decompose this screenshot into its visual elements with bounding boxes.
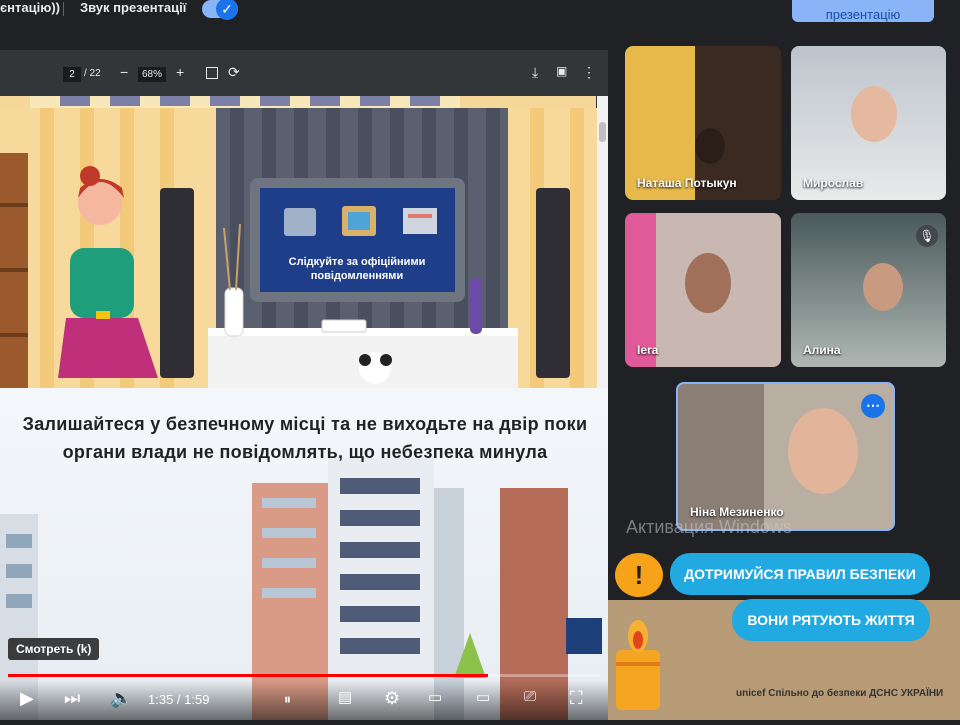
play-icon[interactable]: ▶ <box>20 688 34 709</box>
presentation-title-fragment: єнтацію)) <box>0 0 60 15</box>
participant-video <box>685 253 731 313</box>
warning-icon: ! <box>615 553 663 597</box>
print-icon[interactable]: ▣ <box>556 64 567 78</box>
volume-icon[interactable]: 🔈 <box>110 688 132 709</box>
video-progress-fill <box>8 674 488 677</box>
participant-video <box>851 86 897 142</box>
participant-name: Алина <box>803 343 841 357</box>
slide-caption: Залишайтеся у безпечному місці та не вих… <box>22 414 588 462</box>
participant-tile[interactable]: 🎙 Алина <box>791 213 946 367</box>
rotate-icon[interactable]: ⟳ <box>228 64 240 81</box>
fit-page-icon[interactable] <box>206 67 218 79</box>
scroll-thumb[interactable] <box>599 122 606 142</box>
participant-video <box>695 128 725 164</box>
safety-banner-2: ВОНИ РЯТУЮТЬ ЖИТТЯ <box>732 599 930 641</box>
tv-message-line1: Слідкуйте за офіційними <box>289 256 426 268</box>
participant-name: Iera <box>637 343 659 357</box>
video-controls: ▶ ⏭ 🔈 1:35 / 1:59 ⏸ ▤ ⚙ ▭ ▭ ⎚ ⛶ <box>0 680 608 720</box>
more-options-icon[interactable]: ⋯ <box>861 394 885 418</box>
theater-mode-icon[interactable]: ▭ <box>476 688 490 706</box>
participant-name: Мирослав <box>803 176 864 190</box>
zoom-in-icon[interactable]: + <box>176 64 184 80</box>
zoom-level-input[interactable]: 68% <box>138 67 166 82</box>
divider <box>63 2 64 16</box>
more-options-icon[interactable]: ⋮ <box>582 64 596 81</box>
presentation-sound-label: Звук презентації <box>80 0 187 15</box>
safety-banner: ДОТРИМУЙСЯ ПРАВИЛ БЕЗПЕКИ <box>670 553 930 595</box>
living-room-scene: Слідкуйте за офіційними повідомленнями <box>0 108 597 388</box>
zoom-out-icon[interactable]: − <box>120 64 128 80</box>
windows-activation-watermark: Активация Windows <box>626 517 792 537</box>
cast-icon[interactable]: ⎚ <box>524 688 536 705</box>
subtitles-icon[interactable]: ▤ <box>338 688 352 706</box>
miniplayer-icon[interactable]: ▭ <box>428 688 442 706</box>
participant-tile[interactable]: Мирослав <box>791 46 946 200</box>
meeting-top-bar: єнтацію)) Звук презентації ✓ презентацію <box>0 0 960 22</box>
participant-tile-active-speaker[interactable]: ⋯ Ніна Мезиненко <box>676 382 895 531</box>
download-icon[interactable]: ⤓ <box>532 64 538 81</box>
tv-message-line2: повідомленнями <box>311 270 403 282</box>
present-button[interactable]: презентацію <box>792 0 934 22</box>
fullscreen-icon[interactable]: ⛶ <box>570 688 583 709</box>
video-time: 1:35 / 1:59 <box>148 692 210 707</box>
watch-tooltip: Смотреть (k) <box>8 638 100 660</box>
settings-icon[interactable]: ⚙ <box>384 688 400 709</box>
participant-video <box>788 408 858 494</box>
page-number-input[interactable]: 2 <box>63 67 81 82</box>
mic-off-icon: 🎙 <box>916 225 938 247</box>
slide-illustration: Слідкуйте за офіційними повідомленнями <box>0 108 597 388</box>
partner-logos: unicef Спільно до безпеки ДСНС УКРАЇНИ <box>736 688 944 699</box>
participant-video <box>863 263 903 311</box>
next-icon[interactable]: ⏭ <box>64 688 80 709</box>
video-progress-bar[interactable] <box>8 674 600 677</box>
participant-name: Наташа Потыкун <box>637 176 737 190</box>
presentation-sound-toggle[interactable]: ✓ <box>202 0 238 20</box>
slide-lower-scene: Залишайтеся у безпечному місці та не вих… <box>0 388 608 720</box>
participant-tile[interactable]: Наташа Потыкун <box>625 46 781 200</box>
autoplay-toggle-icon[interactable]: ⏸ <box>284 691 291 708</box>
pdf-toolbar: 2 / 22 − 68% + ⟳ ⤓ ▣ ⋮ <box>0 50 608 96</box>
check-icon: ✓ <box>216 0 238 20</box>
participant-tile[interactable]: Iera <box>625 213 781 367</box>
page-total: / 22 <box>84 68 101 79</box>
